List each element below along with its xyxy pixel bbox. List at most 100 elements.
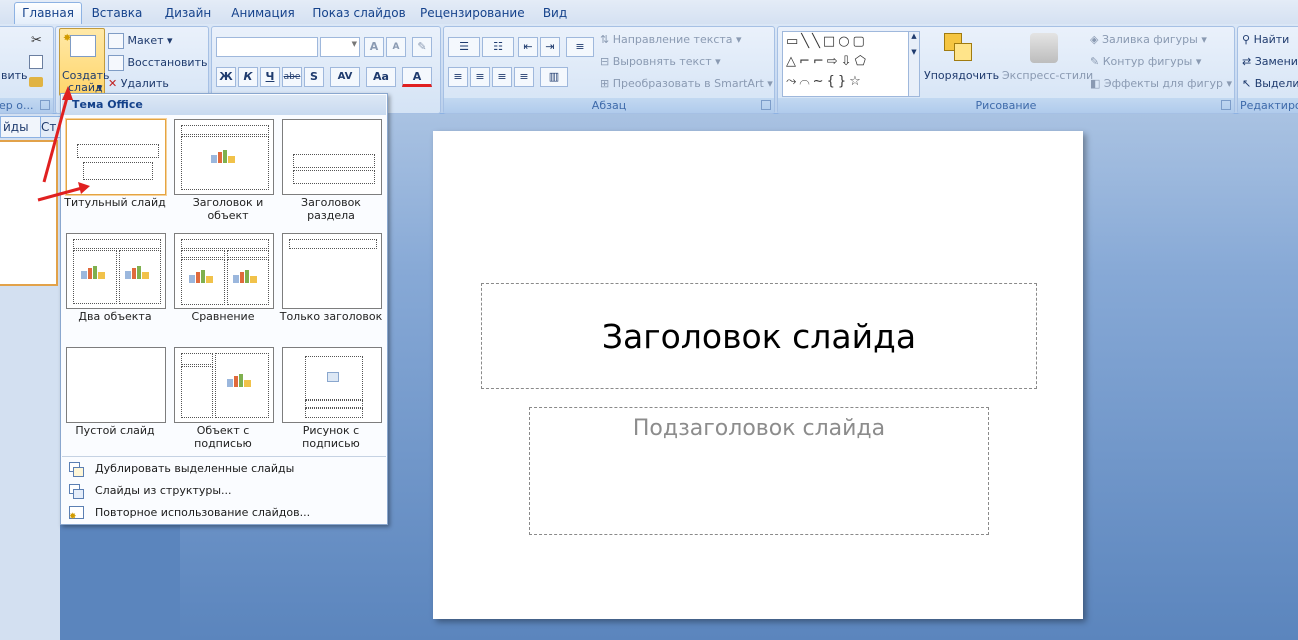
find-button[interactable]: ⚲ Найти (1242, 33, 1289, 46)
font-size-combo[interactable]: ▼ (320, 37, 360, 57)
shape-fill-button[interactable]: ◈ Заливка фигуры ▾ (1090, 33, 1207, 46)
align-center-icon[interactable]: ≡ (470, 67, 490, 87)
shrink-font-button[interactable]: A (386, 37, 406, 57)
layout-content-caption[interactable] (174, 347, 274, 423)
content-placeholder-icon (211, 150, 237, 168)
grow-font-button[interactable]: A (364, 37, 384, 57)
fill-bucket-icon: ◈ (1090, 33, 1099, 46)
layout-title-only[interactable] (282, 233, 382, 309)
strikethrough-button[interactable]: abe (282, 67, 302, 87)
content-placeholder-icon (233, 270, 259, 288)
replace-icon: ⇄ (1242, 55, 1252, 68)
justify-icon[interactable]: ≡ (514, 67, 534, 87)
effects-icon: ◧ (1090, 77, 1101, 90)
tab-slideshow[interactable]: Показ слайдов (312, 3, 406, 23)
layout-label-comparison: Сравнение (191, 310, 255, 323)
duplicate-slides-icon (69, 462, 84, 477)
layout-label-title-only: Только заголовок (279, 310, 383, 323)
menu-divider (62, 456, 386, 457)
align-right-icon[interactable]: ≡ (492, 67, 512, 87)
tab-animation[interactable]: Анимация (228, 3, 298, 23)
cursor-icon: ↖ (1242, 77, 1252, 90)
replace-button[interactable]: ⇄ Замени (1242, 55, 1298, 68)
drawing-group-label: Рисование (778, 98, 1234, 113)
picture-placeholder-icon (327, 372, 339, 382)
slide-canvas: Заголовок слайда Подзаголовок слайда (433, 131, 1083, 619)
reset-button[interactable]: Восстановить (108, 55, 207, 71)
layout-picture-caption[interactable] (282, 347, 382, 423)
select-button[interactable]: ↖ Выдели (1242, 77, 1298, 90)
text-direction-icon: ⇅ (600, 33, 610, 46)
arrange-button[interactable]: Упорядочить (924, 69, 999, 82)
content-placeholder-icon (125, 266, 151, 284)
quick-styles-icon (1030, 33, 1058, 63)
drawing-launcher[interactable] (1221, 100, 1231, 110)
text-direction-button[interactable]: ⇅ Направление текста ▾ (600, 33, 742, 46)
bullets-icon[interactable]: ☰ (448, 37, 480, 57)
underline-button[interactable]: Ч (260, 67, 280, 87)
paragraph-group-label: Абзац (444, 98, 774, 113)
outline-icon: ✎ (1090, 55, 1100, 68)
outline-icon (69, 484, 84, 499)
title-placeholder[interactable]: Заголовок слайда (481, 283, 1037, 389)
font-name-combo[interactable] (216, 37, 318, 57)
font-color-button[interactable]: A (402, 67, 432, 87)
annotation-arrowhead-right (78, 182, 90, 194)
char-spacing-button[interactable]: AV (330, 67, 360, 87)
line-spacing-icon[interactable]: ≡ (566, 37, 594, 57)
slide-title: Заголовок слайда (601, 316, 917, 356)
slide-subtitle: Подзаголовок слайда (632, 416, 886, 441)
increase-indent-icon[interactable]: ⇥ (540, 37, 560, 57)
layout-label-section-header: Заголовок раздела (301, 196, 361, 222)
smartart-icon: ⊞ (600, 77, 610, 90)
smartart-button[interactable]: ⊞ Преобразовать в SmartArt ▾ (600, 77, 773, 90)
annotation-arrow-right (37, 186, 83, 202)
shape-effects-button[interactable]: ◧ Эффекты для фигур ▾ (1090, 77, 1232, 90)
align-left-icon[interactable]: ≡ (448, 67, 468, 87)
shapes-scroll[interactable]: ▲ ▼ (908, 31, 920, 97)
content-placeholder-icon (227, 374, 253, 392)
shadow-button[interactable]: S (304, 67, 324, 87)
layout-title-content[interactable] (174, 119, 274, 195)
paragraph-launcher[interactable] (761, 100, 771, 110)
layout-label-blank: Пустой слайд (75, 424, 155, 437)
shapes-gallery[interactable]: ▭╲╲□○▢ △⌐⌐⇨⇩⬠ ⤳⌒∼{}☆ (782, 31, 913, 97)
tab-review[interactable]: Рецензирование (420, 3, 525, 23)
reuse-slides-icon: ✸ (69, 506, 84, 522)
bold-button[interactable]: Ж (216, 67, 236, 87)
ribbon-tabs-bar: Главная Вставка Дизайн Анимация Показ сл… (0, 0, 1298, 25)
layout-label-title-content: Заголовок и объект (192, 196, 264, 222)
layout-section-header[interactable] (282, 119, 382, 195)
numbering-icon[interactable]: ☷ (482, 37, 514, 57)
tab-view[interactable]: Вид (538, 3, 572, 23)
align-text-button[interactable]: ⊟ Выровнять текст ▾ (600, 55, 721, 68)
columns-icon[interactable]: ▥ (540, 67, 568, 87)
layout-label-two-content: Два объекта (78, 310, 152, 323)
layout-blank[interactable] (66, 347, 166, 423)
shape-outline-button[interactable]: ✎ Контур фигуры ▾ (1090, 55, 1201, 68)
menu-item-slides-from-outline[interactable]: Слайды из структуры... (61, 480, 385, 502)
italic-button[interactable]: К (238, 67, 258, 87)
paragraph-group: ☰ ☷ ⇤ ⇥ ≡ ≡ ≡ ≡ ≡ ▥ ⇅ Направление текста… (443, 26, 775, 114)
content-placeholder-icon (189, 270, 215, 288)
drawing-group: ▭╲╲□○▢ △⌐⌐⇨⇩⬠ ⤳⌒∼{}☆ ▲ ▼ Упорядочить Экспре… (777, 26, 1235, 114)
annotation-arrowhead-up (62, 86, 73, 100)
quick-styles-button[interactable]: Экспресс-стили (1002, 69, 1093, 82)
editing-group-label: Редактиров (1238, 98, 1298, 113)
layout-label-picture-caption: Рисунок с подписью (302, 424, 360, 450)
clear-format-icon[interactable]: ✎ (412, 37, 432, 57)
layout-label-content-caption: Объект с подписью (194, 424, 252, 450)
menu-item-reuse-slides[interactable]: ✸ Повторное использование слайдов... (61, 502, 385, 524)
align-text-icon: ⊟ (600, 55, 610, 68)
menu-item-duplicate-slides[interactable]: Дублировать выделенные слайды (61, 458, 385, 480)
annotation-arrow-up (42, 93, 70, 183)
change-case-button[interactable]: Aa (366, 67, 396, 87)
layout-comparison[interactable] (174, 233, 274, 309)
decrease-indent-icon[interactable]: ⇤ (518, 37, 538, 57)
binoculars-icon: ⚲ (1242, 33, 1251, 46)
tab-design[interactable]: Дизайн (160, 3, 216, 23)
layout-two-content[interactable] (66, 233, 166, 309)
subtitle-placeholder[interactable]: Подзаголовок слайда (529, 407, 989, 535)
annotation-arrows (37, 86, 90, 202)
editing-group: ⚲ Найти ⇄ Замени ↖ Выдели Редактиров (1237, 26, 1298, 114)
